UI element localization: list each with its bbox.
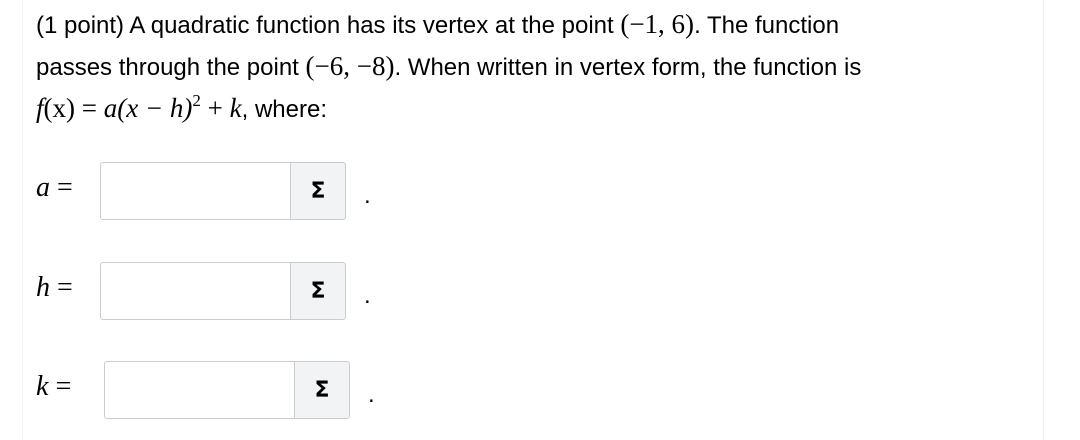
problem-text: . When written in vertex form, the funct… (394, 54, 862, 81)
equals-sign: = (50, 172, 73, 203)
formula-tail: , where: (241, 96, 328, 123)
answer-label-h: h = (36, 272, 73, 304)
answer-label-k: k = (36, 371, 71, 403)
problem-line-3: f(x) = a(x − h)2 + k, where: (36, 88, 1046, 132)
equation-editor-button-k[interactable]: Σ (294, 361, 350, 419)
formula-k: k (229, 93, 242, 123)
trailing-period: . (364, 282, 371, 309)
problem-line-1: (1 point) A quadratic function has its v… (36, 4, 1046, 46)
equals-sign: = (50, 272, 73, 303)
answer-row-h: h = Σ . (36, 262, 396, 322)
problem-text: . The function (694, 12, 840, 39)
formula-part: (x − h) (117, 93, 193, 123)
answer-input-k[interactable] (104, 361, 296, 419)
trailing-period: . (368, 381, 375, 408)
formula-a: a (103, 93, 118, 123)
sigma-icon: Σ (314, 377, 330, 403)
equation-editor-button-a[interactable]: Σ (290, 162, 346, 220)
variable-name: a (36, 172, 50, 203)
formula-part: + (200, 93, 230, 123)
answer-row-a: a = Σ . (36, 162, 396, 222)
variable-name: k (36, 371, 49, 402)
formula-f: f (36, 93, 44, 123)
point-coordinates: (−6, −8) (305, 51, 395, 81)
answer-label-a: a = (36, 172, 73, 204)
formula-part: (x) = (43, 93, 104, 123)
page: (1 point) A quadratic function has its v… (0, 0, 1080, 440)
vertex-coordinates: (−1, 6) (620, 9, 695, 39)
answer-input-h[interactable] (100, 262, 292, 320)
answer-row-k: k = Σ . (36, 361, 400, 421)
equation-editor-button-h[interactable]: Σ (290, 262, 346, 320)
sigma-icon: Σ (310, 278, 326, 304)
problem-text: passes through the point (36, 54, 306, 81)
problem-statement: (1 point) A quadratic function has its v… (36, 4, 1046, 132)
trailing-period: . (364, 182, 371, 209)
formula-exponent: 2 (192, 91, 201, 110)
answer-input-a[interactable] (100, 162, 292, 220)
problem-text: (1 point) A quadratic function has its v… (36, 12, 621, 39)
sigma-icon: Σ (310, 178, 326, 204)
variable-name: h (36, 272, 50, 303)
equals-sign: = (48, 371, 72, 402)
problem-line-2: passes through the point (−6, −8). When … (36, 46, 1046, 88)
